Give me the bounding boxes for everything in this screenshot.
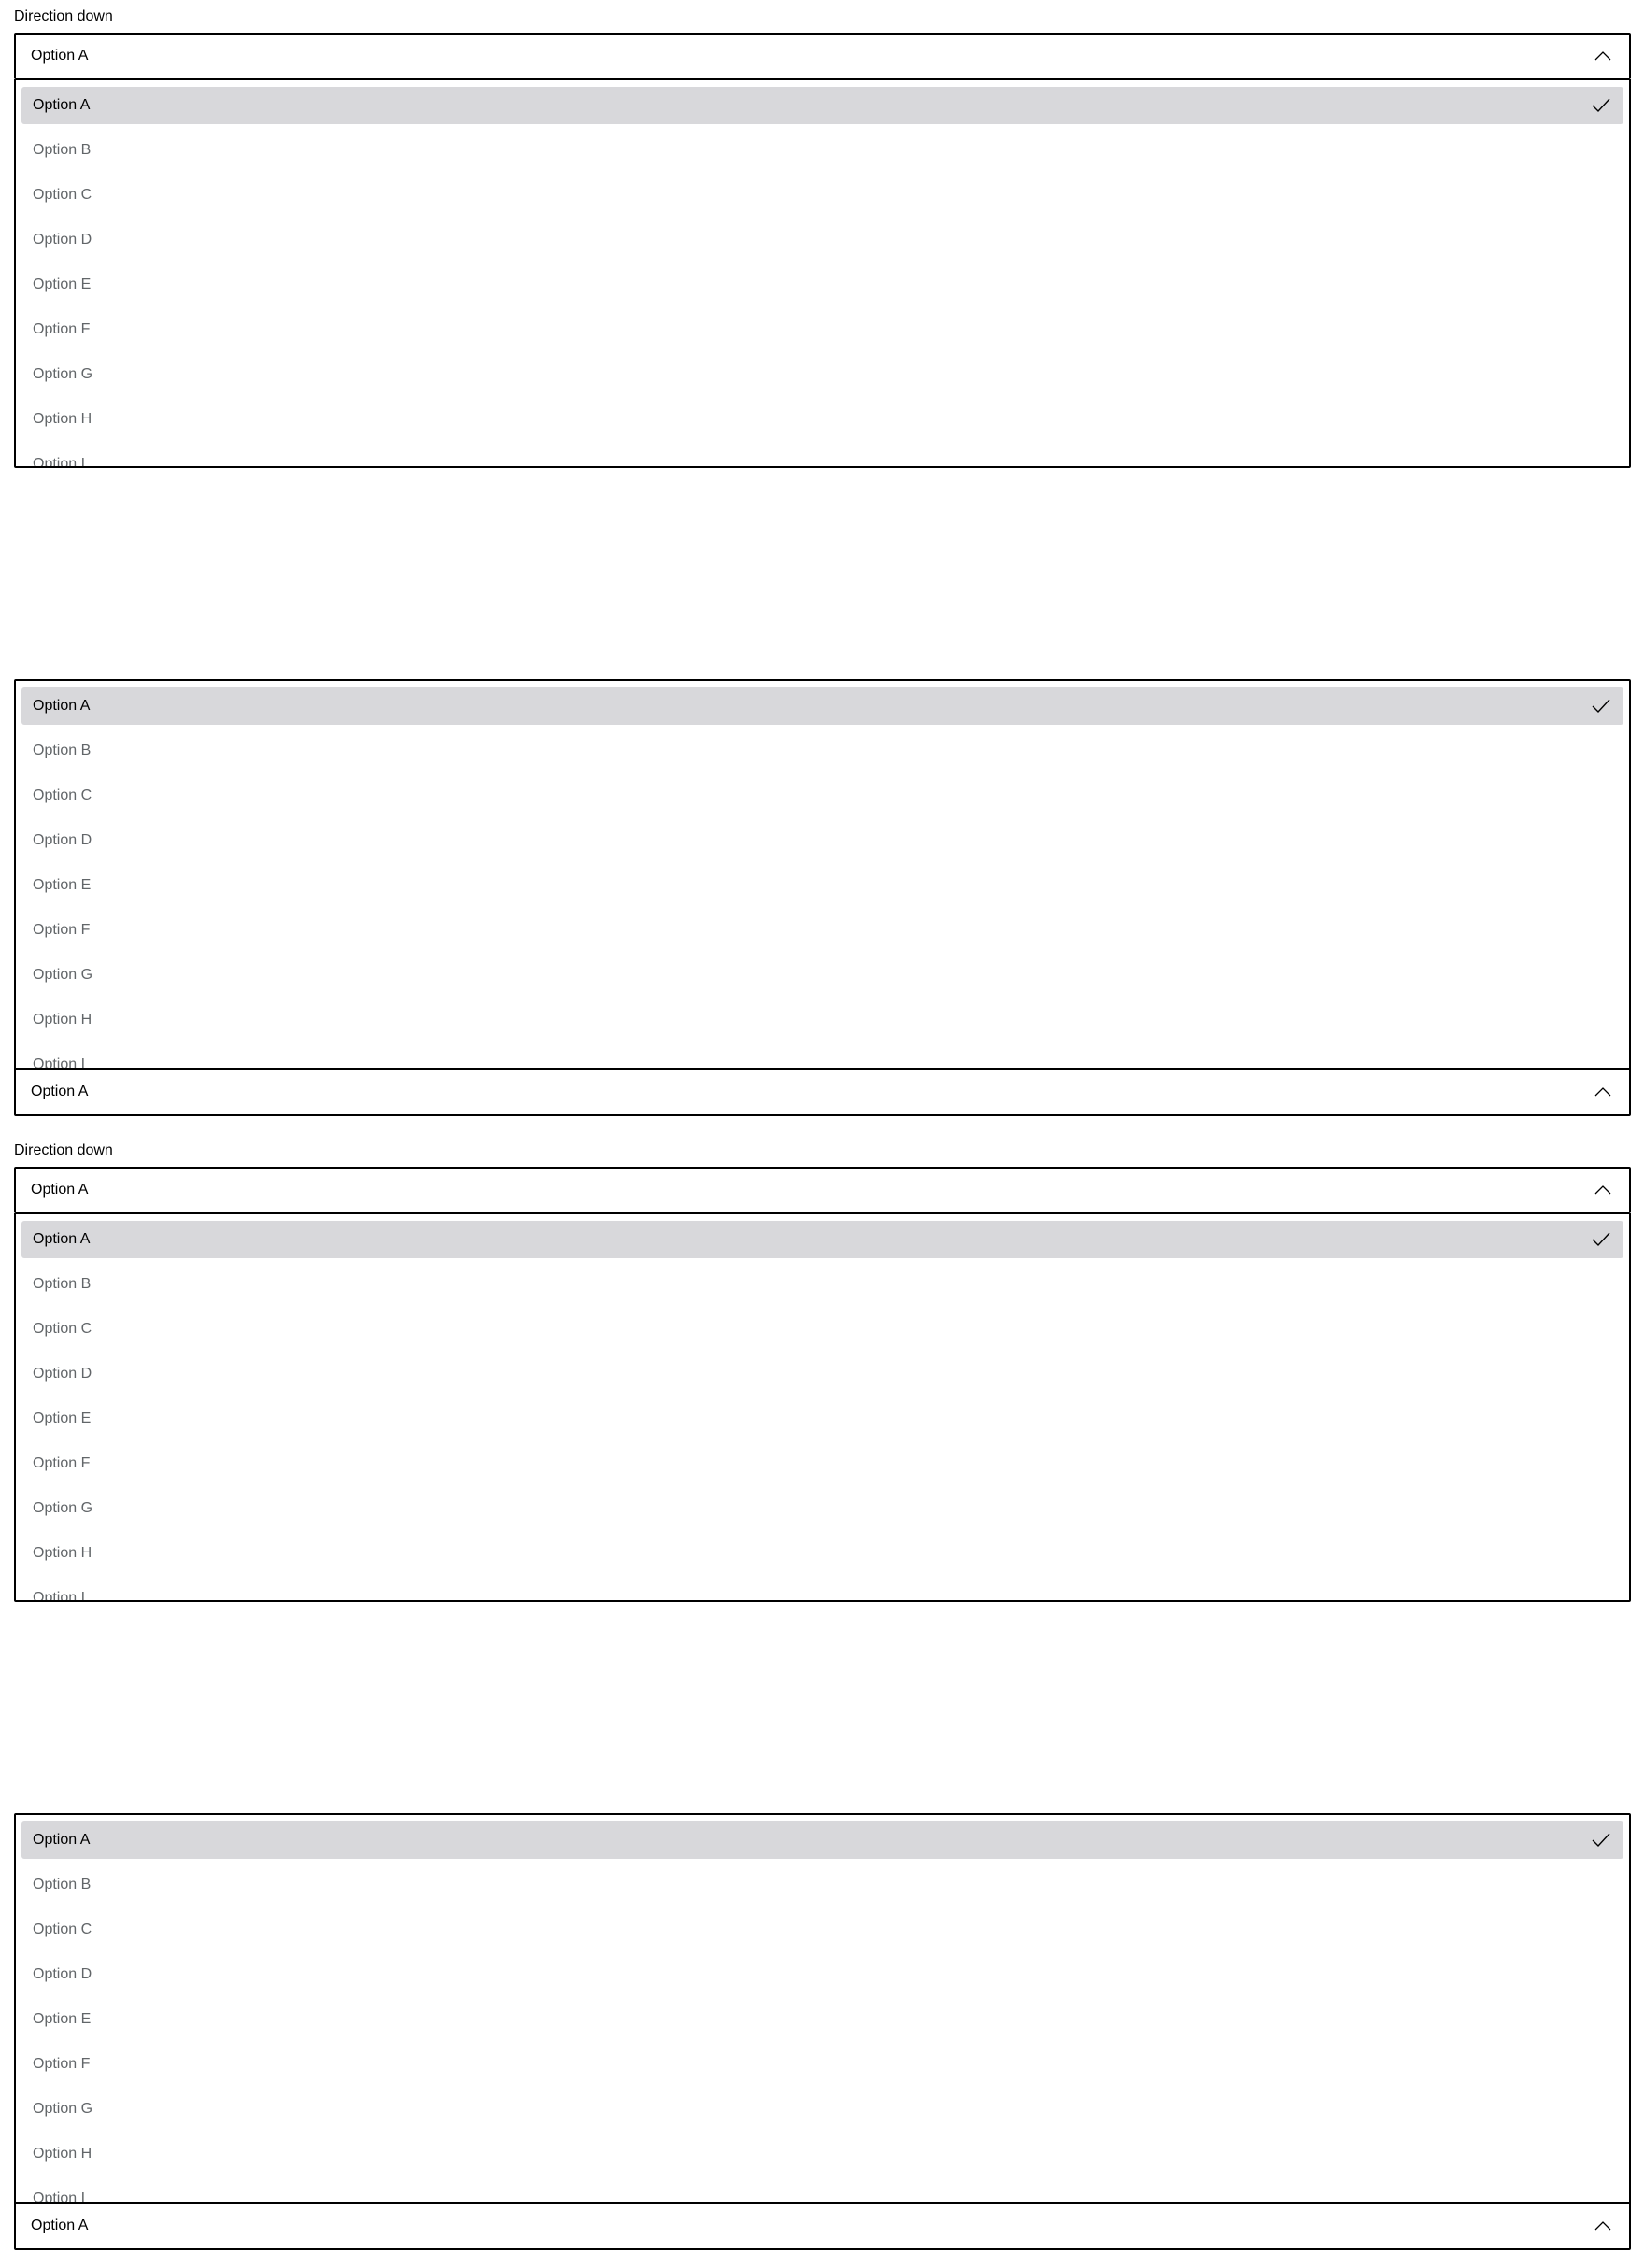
select-label: Direction down (14, 8, 113, 24)
option-label: Option D (33, 832, 92, 848)
option-item[interactable]: Option G (21, 957, 1623, 994)
option-item[interactable]: Option D (21, 221, 1623, 259)
chevron-up-icon (1594, 2221, 1611, 2231)
option-label: Option H (33, 1545, 92, 1561)
option-item-selected[interactable]: Option A (21, 1221, 1623, 1258)
option-item[interactable]: Option C (21, 177, 1623, 214)
options-listbox[interactable]: Option A Option B Option C Option D Opti… (14, 79, 1631, 468)
option-item[interactable]: Option H (21, 1535, 1623, 1572)
select-trigger[interactable]: Option A (14, 2202, 1631, 2250)
option-item[interactable]: Option D (21, 822, 1623, 859)
selected-value: Option A (31, 48, 89, 64)
option-item[interactable]: Option H (21, 2135, 1623, 2173)
select-trigger[interactable]: Option A (14, 1167, 1631, 1213)
option-label: Option D (33, 232, 92, 248)
option-item[interactable]: Option I (21, 1580, 1623, 1602)
option-label: Option B (33, 1276, 92, 1292)
option-label: Option G (33, 1500, 93, 1516)
option-label: Option B (33, 743, 92, 758)
option-item[interactable]: Option F (21, 1445, 1623, 1482)
options-listbox[interactable]: Option A Option B Option C Option D Opti… (14, 1813, 1631, 2203)
checkmark-icon (1592, 98, 1610, 113)
option-item[interactable]: Option G (21, 2091, 1623, 2128)
option-item[interactable]: Option H (21, 401, 1623, 438)
option-item[interactable]: Option F (21, 2046, 1623, 2083)
option-item[interactable]: Option B (21, 732, 1623, 770)
option-item[interactable]: Option G (21, 356, 1623, 393)
option-item[interactable]: Option C (21, 1311, 1623, 1348)
option-item[interactable]: Option E (21, 266, 1623, 304)
select-label: Direction down (14, 1142, 113, 1158)
option-label: Option D (33, 1366, 92, 1382)
page: Direction down Option A Option A Option … (0, 0, 1644, 2268)
option-item[interactable]: Option B (21, 1866, 1623, 1904)
options-listbox[interactable]: Option A Option B Option C Option D Opti… (14, 679, 1631, 1069)
option-label: Option F (33, 1455, 91, 1471)
option-label: Option A (33, 698, 91, 714)
option-label: Option C (33, 1321, 92, 1337)
option-label: Option G (33, 2101, 93, 2117)
selected-value: Option A (31, 1182, 89, 1198)
option-item[interactable]: Option F (21, 311, 1623, 348)
option-label: Option F (33, 321, 91, 337)
option-label: Option I (33, 456, 86, 468)
option-label: Option F (33, 922, 91, 938)
option-label: Option H (33, 2146, 92, 2162)
option-item-selected[interactable]: Option A (21, 87, 1623, 124)
option-item[interactable]: Option C (21, 1911, 1623, 1949)
option-item[interactable]: Option E (21, 2001, 1623, 2038)
option-label: Option H (33, 1012, 92, 1028)
option-item[interactable]: Option I (21, 2180, 1623, 2202)
option-item[interactable]: Option E (21, 867, 1623, 904)
option-label: Option F (33, 2056, 91, 2072)
option-label: Option A (33, 1832, 91, 1848)
option-label: Option G (33, 967, 93, 983)
option-label: Option B (33, 142, 92, 158)
checkmark-icon (1592, 1833, 1610, 1848)
option-item-selected[interactable]: Option A (21, 1821, 1623, 1859)
option-label: Option A (33, 1231, 91, 1247)
option-label: Option E (33, 1410, 92, 1426)
option-label: Option A (33, 97, 91, 113)
option-item[interactable]: Option B (21, 132, 1623, 169)
chevron-up-icon (1594, 51, 1611, 61)
checkmark-icon (1592, 699, 1610, 714)
option-label: Option C (33, 1921, 92, 1937)
chevron-up-icon (1594, 1087, 1611, 1097)
option-item[interactable]: Option F (21, 912, 1623, 949)
option-item[interactable]: Option I (21, 446, 1623, 468)
option-item[interactable]: Option B (21, 1266, 1623, 1303)
option-label: Option I (33, 1590, 86, 1602)
option-item-selected[interactable]: Option A (21, 687, 1623, 725)
chevron-up-icon (1594, 1185, 1611, 1195)
option-item[interactable]: Option C (21, 777, 1623, 815)
option-label: Option E (33, 276, 92, 292)
option-label: Option C (33, 187, 92, 203)
checkmark-icon (1592, 1232, 1610, 1247)
option-label: Option H (33, 411, 92, 427)
option-label: Option D (33, 1966, 92, 1982)
option-item[interactable]: Option D (21, 1956, 1623, 1993)
select-trigger[interactable]: Option A (14, 1068, 1631, 1116)
option-item[interactable]: Option I (21, 1046, 1623, 1068)
option-label: Option G (33, 366, 93, 382)
options-listbox[interactable]: Option A Option B Option C Option D Opti… (14, 1213, 1631, 1602)
option-item[interactable]: Option D (21, 1355, 1623, 1393)
option-label: Option E (33, 2011, 92, 2027)
select-trigger[interactable]: Option A (14, 33, 1631, 79)
option-label: Option E (33, 877, 92, 893)
selected-value: Option A (31, 1084, 89, 1099)
option-item[interactable]: Option G (21, 1490, 1623, 1527)
option-label: Option C (33, 787, 92, 803)
option-item[interactable]: Option E (21, 1400, 1623, 1438)
option-item[interactable]: Option H (21, 1001, 1623, 1039)
selected-value: Option A (31, 2218, 89, 2233)
option-label: Option B (33, 1877, 92, 1892)
